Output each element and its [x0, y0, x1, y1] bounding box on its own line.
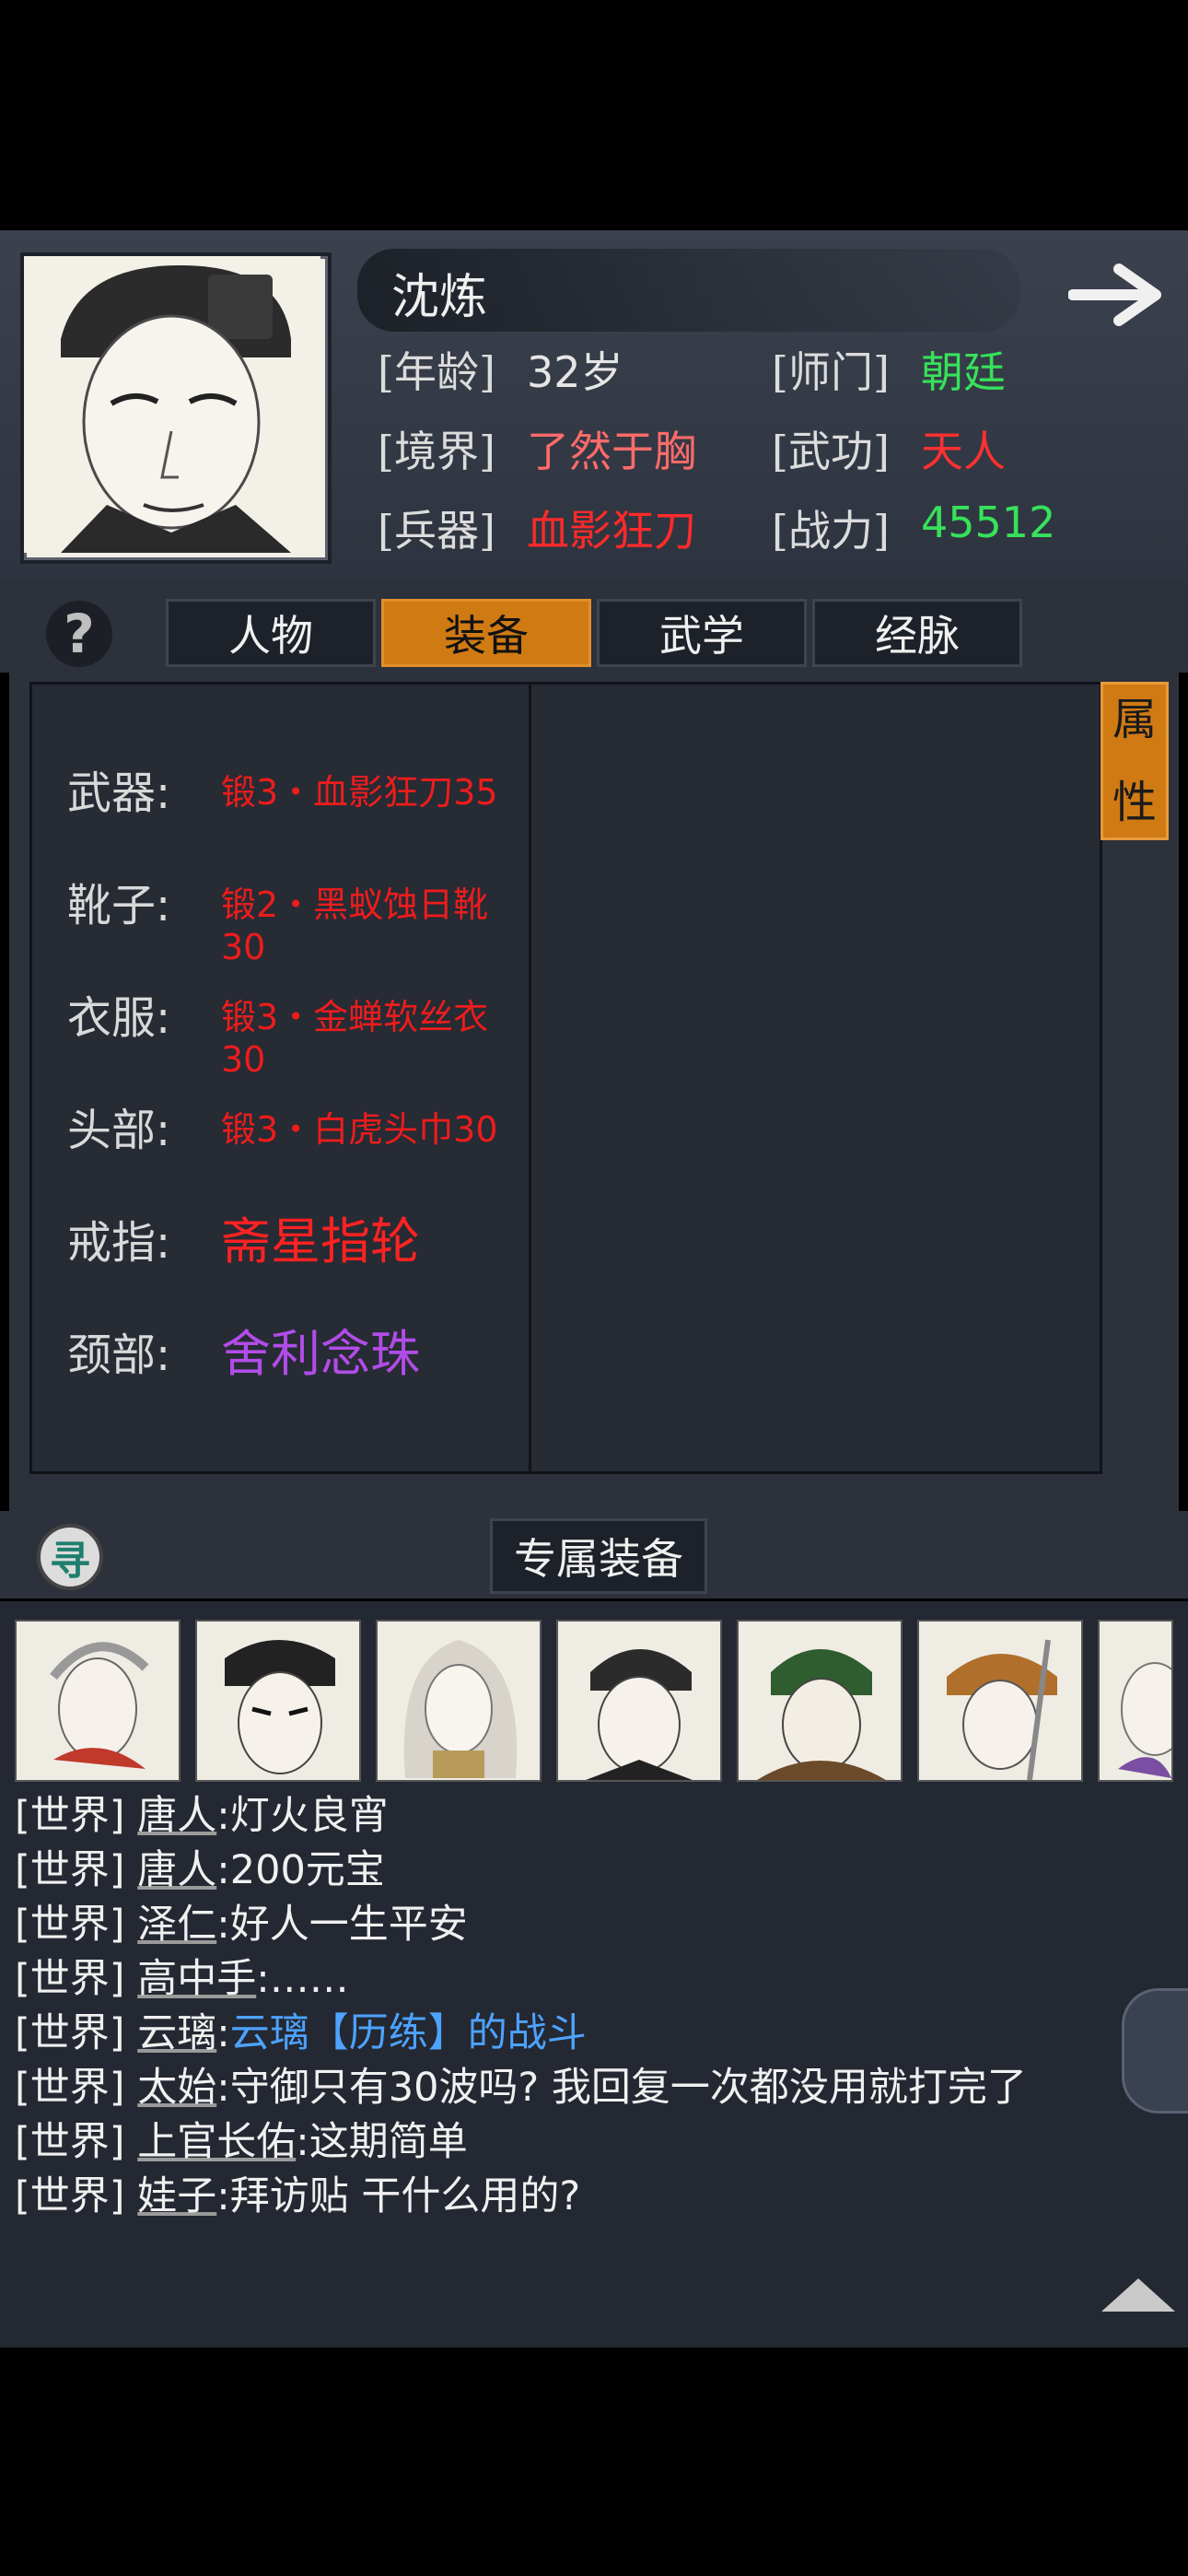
avatar[interactable] — [917, 1620, 1083, 1782]
portrait-illustration — [24, 256, 320, 553]
chat-area: [世界] 唐人:灯火良宵 [世界] 唐人:200元宝 [世界] 泽仁:好人一生平… — [0, 1601, 1188, 2348]
slot-label-weapon: 武器: — [67, 767, 171, 819]
character-name: 沈炼 — [391, 270, 488, 325]
stat-label-weapon: [兵器] — [378, 506, 495, 556]
character-portrait[interactable] — [20, 252, 332, 564]
avatar[interactable] — [195, 1620, 361, 1782]
chat-message: [世界] 泽仁:好人一生平安 — [15, 1892, 468, 1950]
slot-item-neck[interactable]: 舍利念珠 — [221, 1313, 420, 1386]
avatar-portrait — [225, 1640, 335, 1774]
chat-username[interactable]: 太始 — [137, 2065, 216, 2111]
chat-username[interactable]: 泽仁 — [137, 1902, 216, 1948]
chat-username[interactable]: 云璃 — [137, 2010, 216, 2056]
exclusive-equipment-button[interactable]: 专属装备 — [490, 1518, 707, 1594]
stat-value-sect: 朝廷 — [921, 347, 1006, 397]
tab-martial-arts[interactable]: 武学 — [597, 599, 807, 667]
chat-text: :这期简单 — [296, 2119, 468, 2165]
chat-channel: [世界] — [15, 1956, 125, 2002]
seek-icon[interactable]: 寻 — [37, 1524, 103, 1590]
chat-channel: [世界] — [15, 2119, 125, 2165]
attributes-button[interactable]: 属 性 — [1101, 682, 1169, 840]
avatar-portrait — [50, 1642, 149, 1769]
next-arrow-button[interactable] — [1067, 258, 1170, 332]
chat-channel: [世界] — [15, 1902, 125, 1948]
chat-message: [世界] 上官长佑:这期简单 — [15, 2110, 468, 2167]
slot-item-boots[interactable]: 锻2・黑蚁蚀日靴30 — [221, 876, 529, 967]
tab-meridians[interactable]: 经脉 — [812, 599, 1022, 667]
chat-username[interactable]: 唐人 — [137, 1793, 216, 1839]
chat-message: [世界] 唐人:灯火良宵 — [15, 1784, 389, 1841]
floating-menu-button[interactable] — [1122, 1988, 1188, 2113]
slot-label-clothes: 衣服: — [67, 992, 171, 1044]
chat-text: :200元宝 — [216, 1847, 385, 1893]
chat-message: [世界] 太始:守御只有30波吗? 我回复一次都没用就打完了 — [15, 2055, 1027, 2113]
avatar-portrait — [947, 1639, 1057, 1781]
chat-text: : — [216, 2010, 230, 2056]
chat-username[interactable]: 上官长佑 — [137, 2119, 296, 2165]
chat-channel: [世界] — [15, 1847, 125, 1893]
slot-label-neck: 颈部: — [67, 1329, 171, 1381]
chat-text: :守御只有30波吗? 我回复一次都没用就打完了 — [216, 2065, 1027, 2111]
avatar[interactable] — [737, 1620, 903, 1782]
slot-label-ring: 戒指: — [67, 1217, 171, 1269]
avatar[interactable] — [1098, 1620, 1188, 1782]
stat-label-age: [年龄] — [378, 347, 495, 397]
chat-text: :拜访贴 干什么用的? — [216, 2173, 581, 2219]
chat-channel: [世界] — [15, 1793, 125, 1839]
slot-item-weapon[interactable]: 锻3・血影狂刀35 — [221, 764, 498, 814]
right-arrow-icon — [1067, 263, 1161, 326]
chat-text: :灯火良宵 — [216, 1793, 389, 1839]
equipment-panel: 武器: 锻3・血影狂刀35 靴子: 锻2・黑蚁蚀日靴30 衣服: 锻3・金蝉软丝… — [9, 673, 1179, 1511]
tab-bar: ? 人物 装备 武学 经脉 — [0, 580, 1188, 673]
chat-text: :好人一生平安 — [216, 1902, 468, 1948]
avatar[interactable] — [15, 1620, 181, 1782]
attr-char-1: 属 — [1112, 694, 1157, 745]
chat-message: [世界] 唐人:200元宝 — [15, 1838, 385, 1895]
avatar-portrait — [586, 1649, 693, 1780]
equipment-slot-list: 武器: 锻3・血影狂刀35 靴子: 锻2・黑蚁蚀日靴30 衣服: 锻3・金蝉软丝… — [29, 682, 531, 1474]
slot-item-clothes[interactable]: 锻3・金蝉软丝衣30 — [221, 989, 529, 1080]
chat-channel: [世界] — [15, 2010, 125, 2056]
stat-value-power: 45512 — [921, 498, 1056, 547]
avatar-portrait — [403, 1640, 518, 1778]
avatar-portrait — [757, 1649, 886, 1780]
slot-label-boots: 靴子: — [67, 880, 171, 931]
chat-message: [世界] 高中手:…… — [15, 1947, 349, 2004]
expand-chat-up-arrow-icon[interactable] — [1101, 2278, 1175, 2312]
avatar[interactable] — [376, 1620, 542, 1782]
slot-item-head[interactable]: 锻3・白虎头巾30 — [221, 1101, 498, 1152]
stat-label-realm: [境界] — [378, 427, 495, 476]
chat-username[interactable]: 高中手 — [137, 1956, 256, 2002]
stat-label-power: [战力] — [772, 506, 890, 556]
tab-character[interactable]: 人物 — [166, 599, 376, 667]
avatar-portrait — [1118, 1662, 1188, 1778]
chat-channel: [世界] — [15, 2173, 125, 2219]
tab-equipment[interactable]: 装备 — [381, 599, 591, 667]
chat-username[interactable]: 唐人 — [137, 1847, 216, 1893]
slot-item-ring[interactable]: 斋星指轮 — [221, 1200, 420, 1273]
avatar[interactable] — [556, 1620, 722, 1782]
stat-label-martial: [武功] — [772, 427, 890, 476]
chat-message: [世界] 娃子:拜访贴 干什么用的? — [15, 2164, 580, 2221]
stat-value-age: 32岁 — [527, 347, 623, 397]
exclusive-bar: 寻 专属装备 — [0, 1511, 1188, 1598]
chat-text: :…… — [256, 1956, 349, 2002]
chat-message: [世界] 云璃:云璃【历练】的战斗 — [15, 2001, 587, 2058]
battle-link[interactable]: 云璃【历练】的战斗 — [230, 2010, 587, 2056]
chat-username[interactable]: 娃子 — [137, 2173, 216, 2219]
stat-value-martial: 天人 — [921, 427, 1006, 476]
stat-value-weapon: 血影狂刀 — [527, 506, 696, 556]
stat-value-realm: 了然于胸 — [527, 427, 696, 476]
attr-char-2: 性 — [1112, 777, 1157, 828]
character-header: 沈炼 [年龄] 32岁 [师门] 朝廷 [境界] 了然于胸 [武功] 天人 [兵… — [0, 230, 1188, 580]
equipment-detail-area — [531, 682, 1102, 1474]
stat-label-sect: [师门] — [772, 347, 890, 397]
chat-channel: [世界] — [15, 2065, 125, 2111]
help-button[interactable]: ? — [46, 601, 112, 667]
slot-label-head: 头部: — [67, 1105, 171, 1156]
